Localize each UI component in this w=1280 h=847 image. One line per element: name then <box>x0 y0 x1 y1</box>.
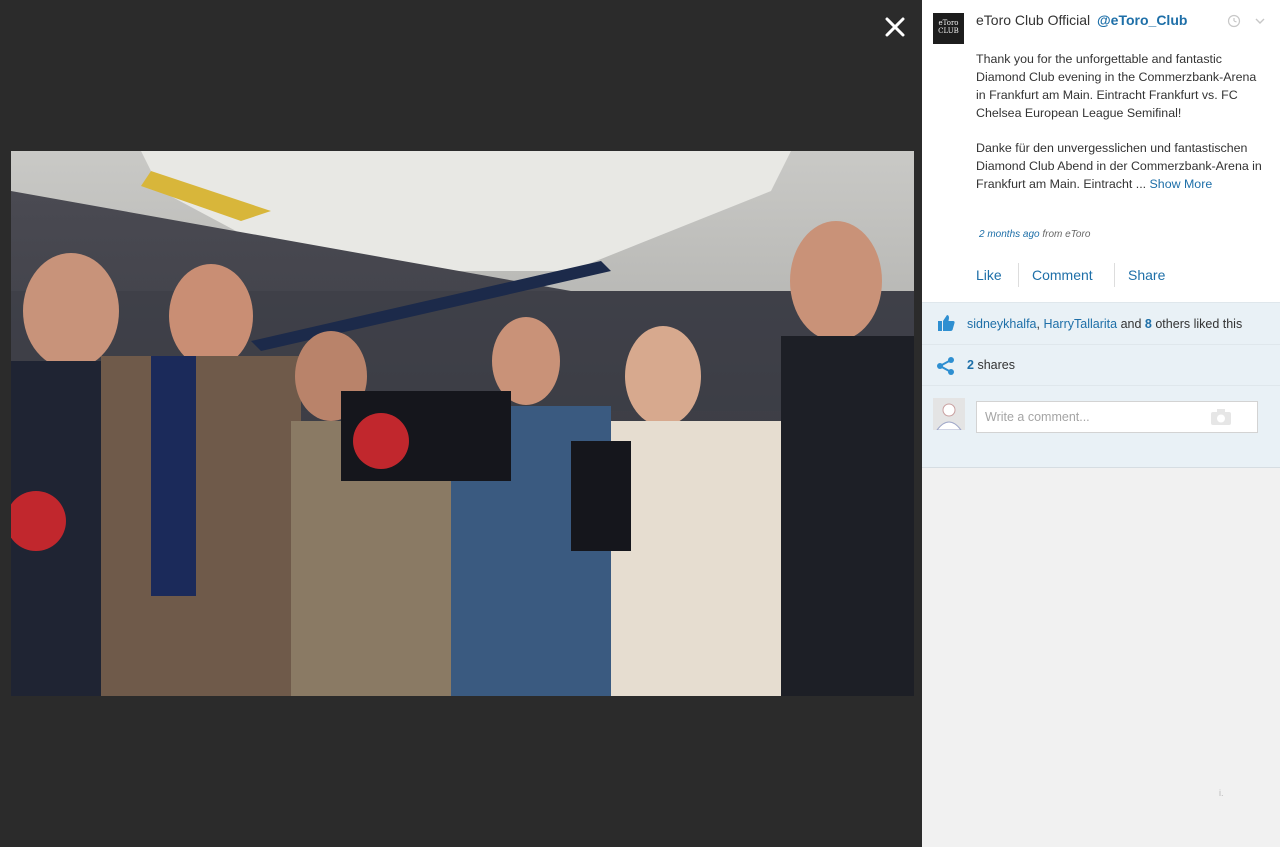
liker-link[interactable]: HarryTallarita <box>1043 317 1117 331</box>
post-photo <box>11 151 914 696</box>
author-line: eToro Club Official @eToro_Club <box>976 12 1187 28</box>
likes-text: sidneykhalfa, HarryTallarita and 8 other… <box>967 317 1243 331</box>
post-body: Thank you for the unforgettable and fant… <box>976 50 1266 210</box>
divider <box>1018 263 1019 287</box>
author-avatar[interactable]: eToro CLUB <box>933 13 964 44</box>
photo-viewer <box>0 0 922 847</box>
like-button[interactable]: Like <box>976 267 1002 283</box>
user-avatar-icon <box>933 398 965 430</box>
footer-mark: i. <box>1219 788 1224 798</box>
chevron-down-icon[interactable] <box>1254 15 1266 27</box>
likes-and: and <box>1120 317 1142 331</box>
thumbs-up-icon <box>938 315 955 331</box>
post-source: from eToro <box>1042 229 1091 240</box>
likes-row: sidneykhalfa, HarryTallarita and 8 other… <box>922 302 1280 345</box>
shares-row: 2 shares <box>922 345 1280 386</box>
post-time[interactable]: 2 months ago <box>979 229 1040 240</box>
camera-icon[interactable] <box>1210 408 1232 426</box>
avatar-text: CLUB <box>938 27 959 35</box>
shares-count: 2 <box>967 358 974 372</box>
comment-button[interactable]: Comment <box>1032 267 1093 283</box>
close-icon[interactable] <box>880 12 910 42</box>
post-sidebar: eToro CLUB eToro Club Official @eToro_Cl… <box>922 0 1280 847</box>
others-count[interactable]: 8 <box>1145 317 1152 331</box>
clock-icon <box>1227 14 1241 28</box>
share-icon <box>937 357 954 375</box>
post-meta: 2 months ago from eToro <box>979 229 1090 240</box>
shares-label: shares <box>977 358 1015 372</box>
share-button[interactable]: Share <box>1128 267 1165 283</box>
comment-composer <box>922 386 1280 468</box>
post-paragraph-en: Thank you for the unforgettable and fant… <box>976 52 1257 120</box>
avatar-text: eToro <box>938 19 959 27</box>
divider <box>1114 263 1115 287</box>
post-card: eToro CLUB eToro Club Official @eToro_Cl… <box>922 0 1280 302</box>
likes-others-text: others liked this <box>1155 317 1243 331</box>
author-handle[interactable]: @eToro_Club <box>1097 12 1187 28</box>
shares-text[interactable]: 2 shares <box>967 358 1015 372</box>
post-paragraph-de: Danke für den unvergesslichen und fantas… <box>976 141 1262 191</box>
show-more-link[interactable]: Show More <box>1150 177 1213 191</box>
liker-link[interactable]: sidneykhalfa <box>967 317 1037 331</box>
author-name[interactable]: eToro Club Official <box>976 12 1090 28</box>
